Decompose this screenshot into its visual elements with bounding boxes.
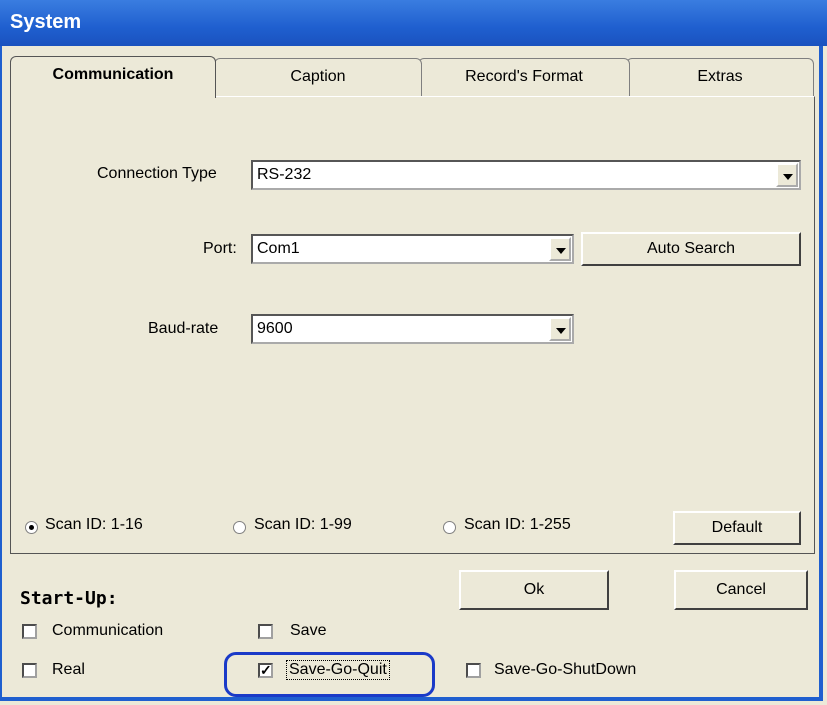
radio-icon[interactable]	[25, 521, 38, 534]
tab-communication[interactable]: Communication	[10, 56, 216, 98]
connection-type-label: Connection Type	[97, 165, 217, 182]
connection-type-dropdown[interactable]: RS-232	[251, 160, 801, 190]
port-label: Port:	[203, 240, 237, 257]
chevron-down-icon[interactable]	[549, 237, 571, 261]
checkbox-icon[interactable]	[258, 624, 273, 639]
ok-button[interactable]: Ok	[459, 570, 609, 610]
baud-rate-label: Baud-rate	[148, 320, 219, 337]
checkbox-icon[interactable]	[22, 624, 37, 639]
radio-icon[interactable]	[443, 521, 456, 534]
tab-extras[interactable]: Extras	[626, 58, 814, 96]
port-dropdown[interactable]: Com1	[251, 234, 574, 264]
title-bar: System	[0, 0, 827, 46]
tab-panel: Connection Type RS-232 Port: Com1 Auto S…	[10, 96, 815, 554]
default-button[interactable]: Default	[673, 511, 801, 545]
window-title: System	[10, 11, 82, 33]
auto-search-button[interactable]: Auto Search	[581, 232, 801, 266]
startup-heading: Start-Up:	[20, 588, 118, 609]
tab-caption[interactable]: Caption	[214, 58, 422, 96]
highlight-annotation	[224, 652, 435, 697]
checkbox-icon[interactable]	[22, 663, 37, 678]
chevron-down-icon[interactable]	[776, 163, 798, 187]
baud-rate-dropdown[interactable]: 9600	[251, 314, 574, 344]
cancel-button[interactable]: Cancel	[674, 570, 808, 610]
checkbox-icon[interactable]	[466, 663, 481, 678]
chevron-down-icon[interactable]	[549, 317, 571, 341]
radio-icon[interactable]	[233, 521, 246, 534]
tab-records-format[interactable]: Record's Format	[418, 58, 630, 96]
